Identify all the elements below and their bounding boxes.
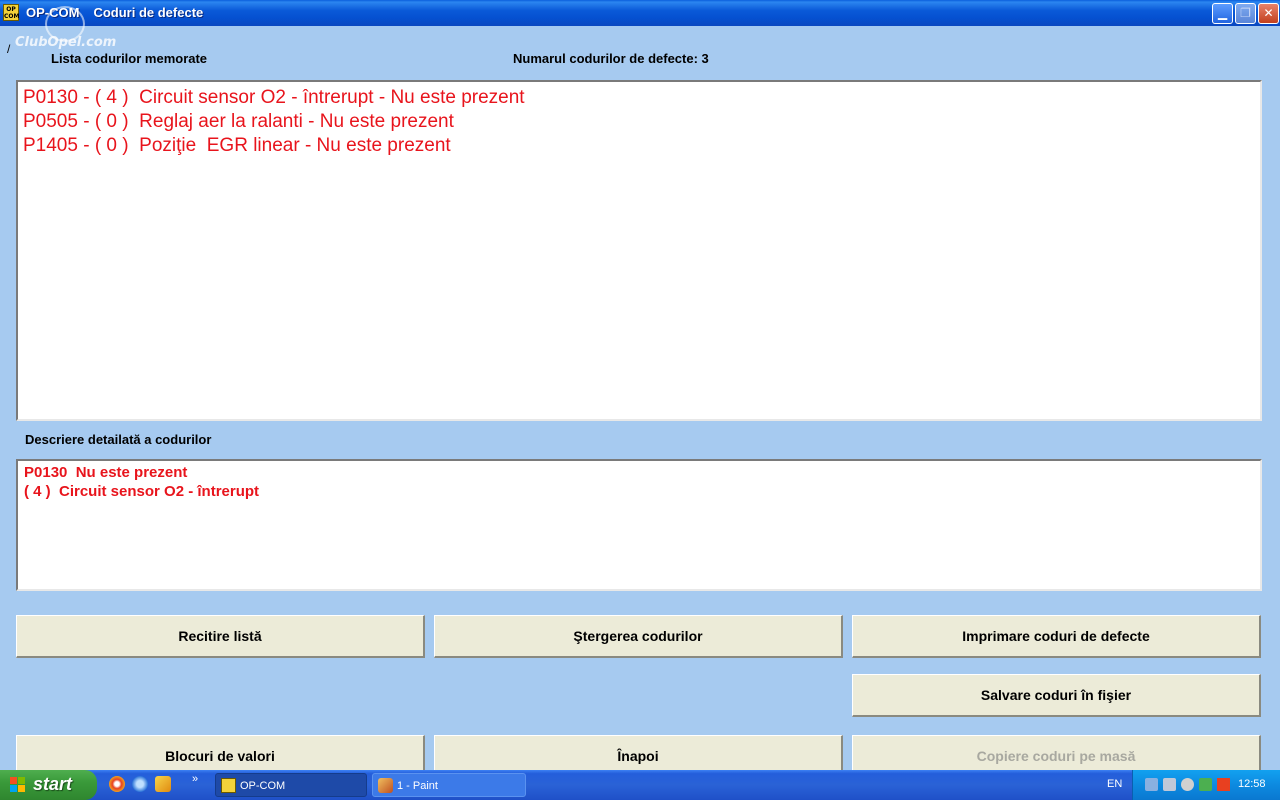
taskbar-item-opcom[interactable]: OP-COM — [215, 773, 367, 797]
detail-panel[interactable]: P0130 Nu este prezent ( 4 ) Circuit sens… — [16, 459, 1262, 591]
window-caption: Coduri de defecte — [93, 5, 204, 20]
detail-label: Descriere detailată a codurilor — [25, 432, 212, 447]
clock[interactable]: 12:58 — [1238, 778, 1266, 790]
start-label: start — [33, 774, 73, 794]
taskbar-item-paint[interactable]: 1 - Paint — [372, 773, 526, 797]
watermark-text: ClubOpel.com — [15, 35, 117, 50]
code-row[interactable]: P0130 - ( 4 ) Circuit sensor O2 - întrer… — [23, 86, 1255, 110]
title-bar: OP COM OP-COM Coduri de defecte ▁ ❐ ✕ — [0, 0, 1280, 26]
detail-line: P0130 Nu este prezent — [24, 464, 188, 481]
detail-line: ( 4 ) Circuit sensor O2 - întrerupt — [24, 483, 260, 500]
paint-task-icon — [378, 778, 393, 793]
start-button[interactable]: start — [0, 770, 97, 800]
windows-flag-icon — [10, 777, 27, 793]
language-indicator[interactable]: EN — [1107, 778, 1122, 790]
browser-quicklaunch-icon[interactable] — [109, 776, 125, 792]
ie-quicklaunch-icon[interactable] — [132, 776, 148, 792]
network-disconnected-icon[interactable] — [1163, 778, 1176, 791]
warning-icon[interactable] — [1217, 778, 1230, 791]
network-icon[interactable] — [1145, 778, 1158, 791]
opcom-task-icon — [221, 778, 236, 793]
opcom-app-icon: OP COM — [3, 4, 20, 21]
app-quicklaunch-icon[interactable] — [155, 776, 171, 792]
save-codes-button[interactable]: Salvare coduri în fişier — [852, 674, 1261, 717]
taskbar: start » OP-COM 1 - Paint EN 12:58 — [0, 770, 1280, 800]
slash-mark: / — [7, 42, 11, 56]
restore-button[interactable]: ❐ — [1235, 3, 1256, 24]
print-codes-button[interactable]: Imprimare coduri de defecte — [852, 615, 1261, 658]
code-row[interactable]: P1405 - ( 0 ) Poziţie EGR linear - Nu es… — [23, 134, 1255, 158]
codes-list[interactable]: P0130 - ( 4 ) Circuit sensor O2 - întrer… — [16, 80, 1262, 421]
speaker-icon[interactable] — [1181, 778, 1194, 791]
close-button[interactable]: ✕ — [1258, 3, 1279, 24]
reread-list-button[interactable]: Recitire listă — [16, 615, 425, 658]
task-label: 1 - Paint — [397, 780, 438, 792]
codes-count-label: Numarul codurilor de defecte: 3 — [513, 51, 709, 66]
clear-codes-button[interactable]: Ştergerea codurilor — [434, 615, 843, 658]
code-row[interactable]: P0505 - ( 0 ) Reglaj aer la ralanti - Nu… — [23, 110, 1255, 134]
task-label: OP-COM — [240, 780, 286, 792]
quicklaunch-chevron-icon[interactable]: » — [192, 773, 198, 785]
stored-codes-label: Lista codurilor memorate — [51, 51, 208, 66]
minimize-button[interactable]: ▁ — [1212, 3, 1233, 24]
security-icon[interactable] — [1199, 778, 1212, 791]
